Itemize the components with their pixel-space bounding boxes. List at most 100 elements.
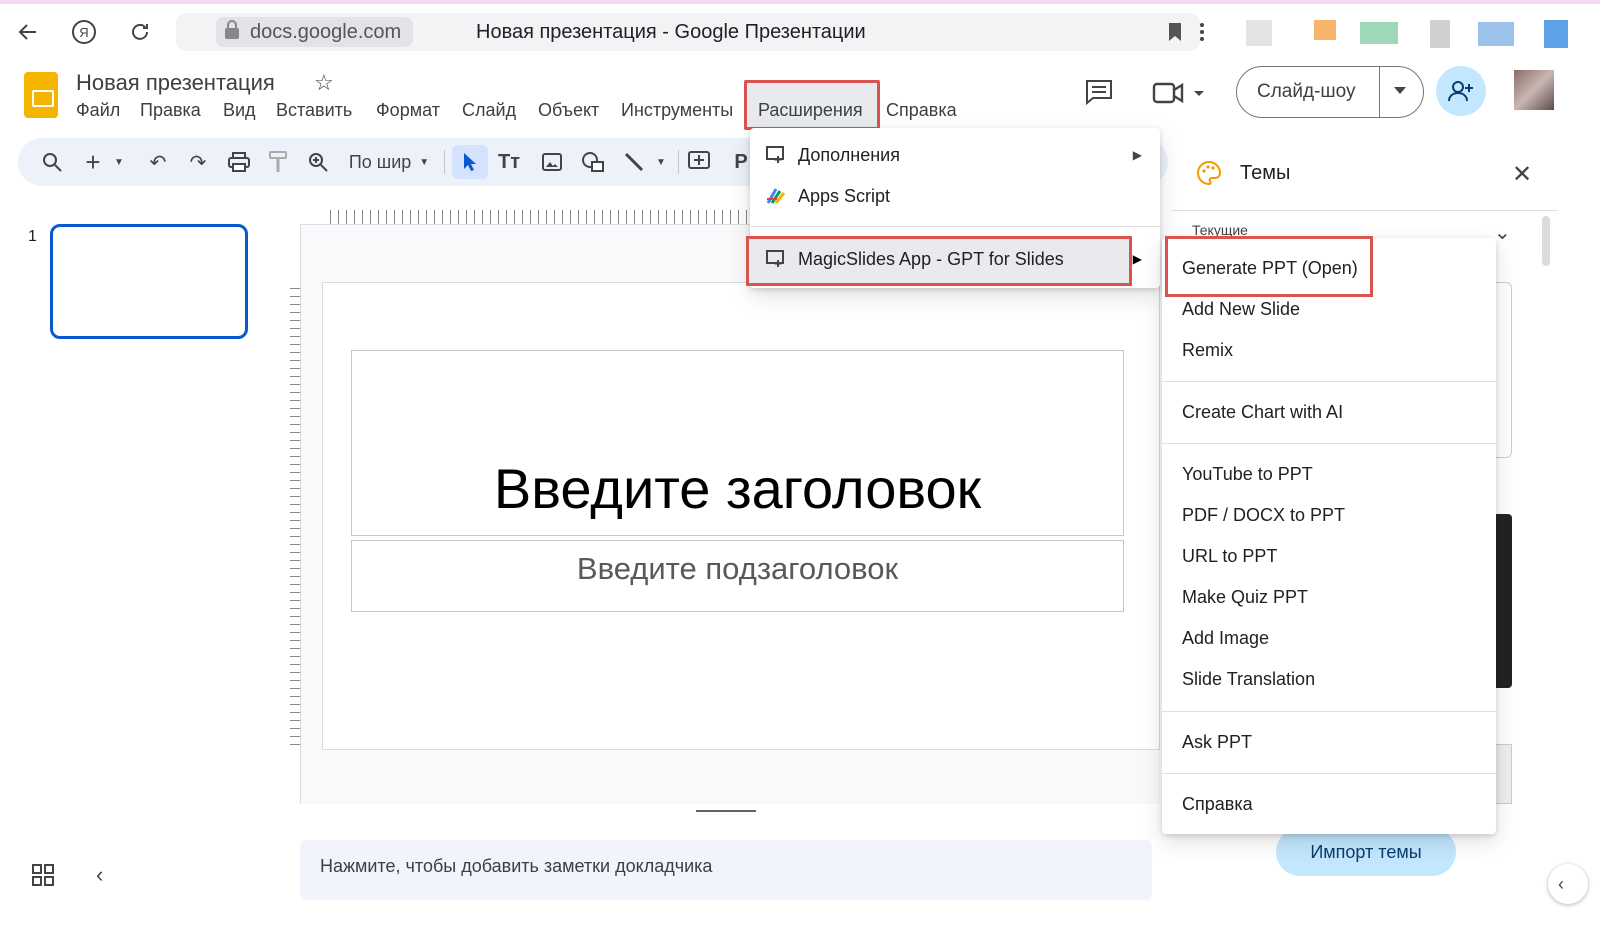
zoom-icon[interactable] <box>306 148 330 176</box>
divider <box>750 226 1160 227</box>
chevron-down-icon: ▼ <box>419 156 430 168</box>
browser-bar: Я docs.google.com Новая презентация - Go… <box>0 0 1600 56</box>
text-box-icon[interactable]: Tт <box>496 148 522 176</box>
chevron-down-icon[interactable]: ▼ <box>654 148 668 176</box>
menu-item-slide-translation[interactable]: Slide Translation <box>1182 669 1315 690</box>
yandex-icon[interactable]: Я <box>68 16 100 48</box>
slides-logo[interactable] <box>24 72 58 118</box>
chevron-down-icon[interactable] <box>1393 86 1407 96</box>
menu-insert[interactable]: Вставить <box>276 100 352 121</box>
extension-icon[interactable] <box>1478 22 1514 46</box>
divider <box>1379 67 1380 117</box>
comments-icon[interactable] <box>1084 78 1114 106</box>
vertical-ruler <box>290 288 300 748</box>
menu-extensions[interactable]: Расширения <box>758 100 863 121</box>
subtitle-placeholder[interactable]: Введите подзаголовок <box>351 540 1124 612</box>
address-bar[interactable]: docs.google.com Новая презентация - Goog… <box>176 13 1200 51</box>
url-text: docs.google.com <box>250 21 402 43</box>
menu-format[interactable]: Формат <box>376 100 440 121</box>
tab-title: Новая презентация - Google Презентации <box>476 21 866 43</box>
extension-icon[interactable] <box>1360 22 1398 44</box>
print-icon[interactable] <box>226 148 252 176</box>
magicslides-submenu: Generate PPT (Open) Add New Slide Remix … <box>1162 238 1496 834</box>
slide-number: 1 <box>28 228 37 245</box>
menu-item-addons[interactable]: Дополнения ▶ <box>750 136 1160 176</box>
menu-item-label: Apps Script <box>798 186 891 206</box>
new-slide-icon[interactable]: + <box>82 147 104 177</box>
extension-icon[interactable] <box>1246 20 1272 46</box>
side-panel-toggle-icon[interactable]: ‹ <box>1548 864 1588 904</box>
toolbar-divider <box>444 150 445 174</box>
menu-item-pdf-docx-to-ppt[interactable]: PDF / DOCX to PPT <box>1182 505 1345 526</box>
chevron-down-icon[interactable]: ▼ <box>112 148 126 176</box>
collapse-panel-icon[interactable]: ‹ <box>96 862 103 888</box>
generate-ppt-highlight <box>1165 236 1373 297</box>
toolbar-divider <box>678 150 679 174</box>
select-tool-icon[interactable] <box>452 145 488 179</box>
add-person-icon <box>1448 81 1473 102</box>
share-button[interactable] <box>1436 66 1486 116</box>
extension-icon[interactable] <box>1544 20 1568 48</box>
paint-format-icon[interactable] <box>266 148 290 176</box>
extension-icon[interactable] <box>1314 20 1336 40</box>
notes-resize-handle[interactable] <box>696 810 756 812</box>
divider <box>1162 381 1496 382</box>
zoom-select[interactable]: По шир ▼ <box>344 148 434 176</box>
menu-item-remix[interactable]: Remix <box>1182 340 1233 361</box>
menu-item-magicslides[interactable]: MagicSlides App - GPT for Slides ▶ <box>750 240 1160 282</box>
addon-icon <box>766 146 784 163</box>
url-pill[interactable]: docs.google.com <box>216 17 414 47</box>
menu-item-ask-ppt[interactable]: Ask PPT <box>1182 732 1252 753</box>
menu-item-help[interactable]: Справка <box>1182 794 1253 815</box>
submenu-arrow-icon: ▶ <box>1132 148 1142 162</box>
menu-edit[interactable]: Правка <box>140 100 201 121</box>
meet-icon[interactable] <box>1152 78 1208 108</box>
menu-file[interactable]: Файл <box>76 100 120 121</box>
add-comment-icon[interactable] <box>686 148 712 176</box>
subtitle-text: Введите подзаголовок <box>576 551 899 586</box>
close-icon[interactable]: ✕ <box>1512 160 1532 189</box>
image-icon[interactable] <box>540 148 564 176</box>
submenu-arrow-icon: ▶ <box>1132 252 1142 266</box>
line-icon[interactable] <box>622 148 646 176</box>
slide-thumbnail[interactable] <box>50 224 248 339</box>
extension-icon[interactable] <box>1430 20 1450 48</box>
background-icon[interactable]: P <box>734 148 748 176</box>
shape-icon[interactable] <box>580 148 606 176</box>
menu-item-youtube-to-ppt[interactable]: YouTube to PPT <box>1182 464 1313 485</box>
menu-item-create-chart[interactable]: Create Chart with AI <box>1182 402 1343 423</box>
search-icon[interactable] <box>38 148 66 176</box>
grid-view-icon[interactable] <box>32 864 54 886</box>
apps-script-icon <box>766 188 786 204</box>
document-title[interactable]: Новая презентация <box>76 70 275 96</box>
scrollbar[interactable] <box>1542 216 1550 266</box>
import-theme-button[interactable]: Импорт темы <box>1276 828 1456 876</box>
menu-item-url-to-ppt[interactable]: URL to PPT <box>1182 546 1277 567</box>
title-text: Введите заголовок <box>493 457 982 520</box>
menu-tools[interactable]: Инструменты <box>621 100 733 121</box>
zoom-label: По шир <box>348 151 412 172</box>
reload-icon[interactable] <box>124 16 156 48</box>
chevron-down-icon[interactable]: ⌄ <box>1494 220 1511 245</box>
menu-slide[interactable]: Слайд <box>462 100 516 121</box>
star-icon[interactable]: ☆ <box>314 70 334 96</box>
menu-view[interactable]: Вид <box>223 100 256 121</box>
back-icon[interactable] <box>12 16 44 48</box>
speaker-notes[interactable]: Нажмите, чтобы добавить заметки докладчи… <box>300 840 1152 900</box>
menu-help[interactable]: Справка <box>886 100 957 121</box>
redo-icon[interactable]: ↷ <box>186 148 210 176</box>
menu-object[interactable]: Объект <box>538 100 599 121</box>
title-placeholder[interactable]: Введите заголовок <box>351 350 1124 536</box>
slideshow-button[interactable]: Слайд-шоу <box>1236 66 1424 118</box>
menu-item-add-new-slide[interactable]: Add New Slide <box>1182 299 1300 320</box>
divider <box>1172 210 1558 211</box>
undo-icon[interactable]: ↶ <box>146 148 170 176</box>
browser-menu-icon[interactable] <box>1186 16 1218 48</box>
menu-item-make-quiz[interactable]: Make Quiz PPT <box>1182 587 1308 608</box>
avatar[interactable] <box>1514 70 1554 110</box>
bookmark-icon[interactable] <box>1168 22 1182 42</box>
slideshow-label: Слайд-шоу <box>1257 81 1356 102</box>
menu-item-add-image[interactable]: Add Image <box>1182 628 1269 649</box>
svg-text:Я: Я <box>79 25 88 40</box>
menu-item-apps-script[interactable]: Apps Script <box>750 177 1160 217</box>
